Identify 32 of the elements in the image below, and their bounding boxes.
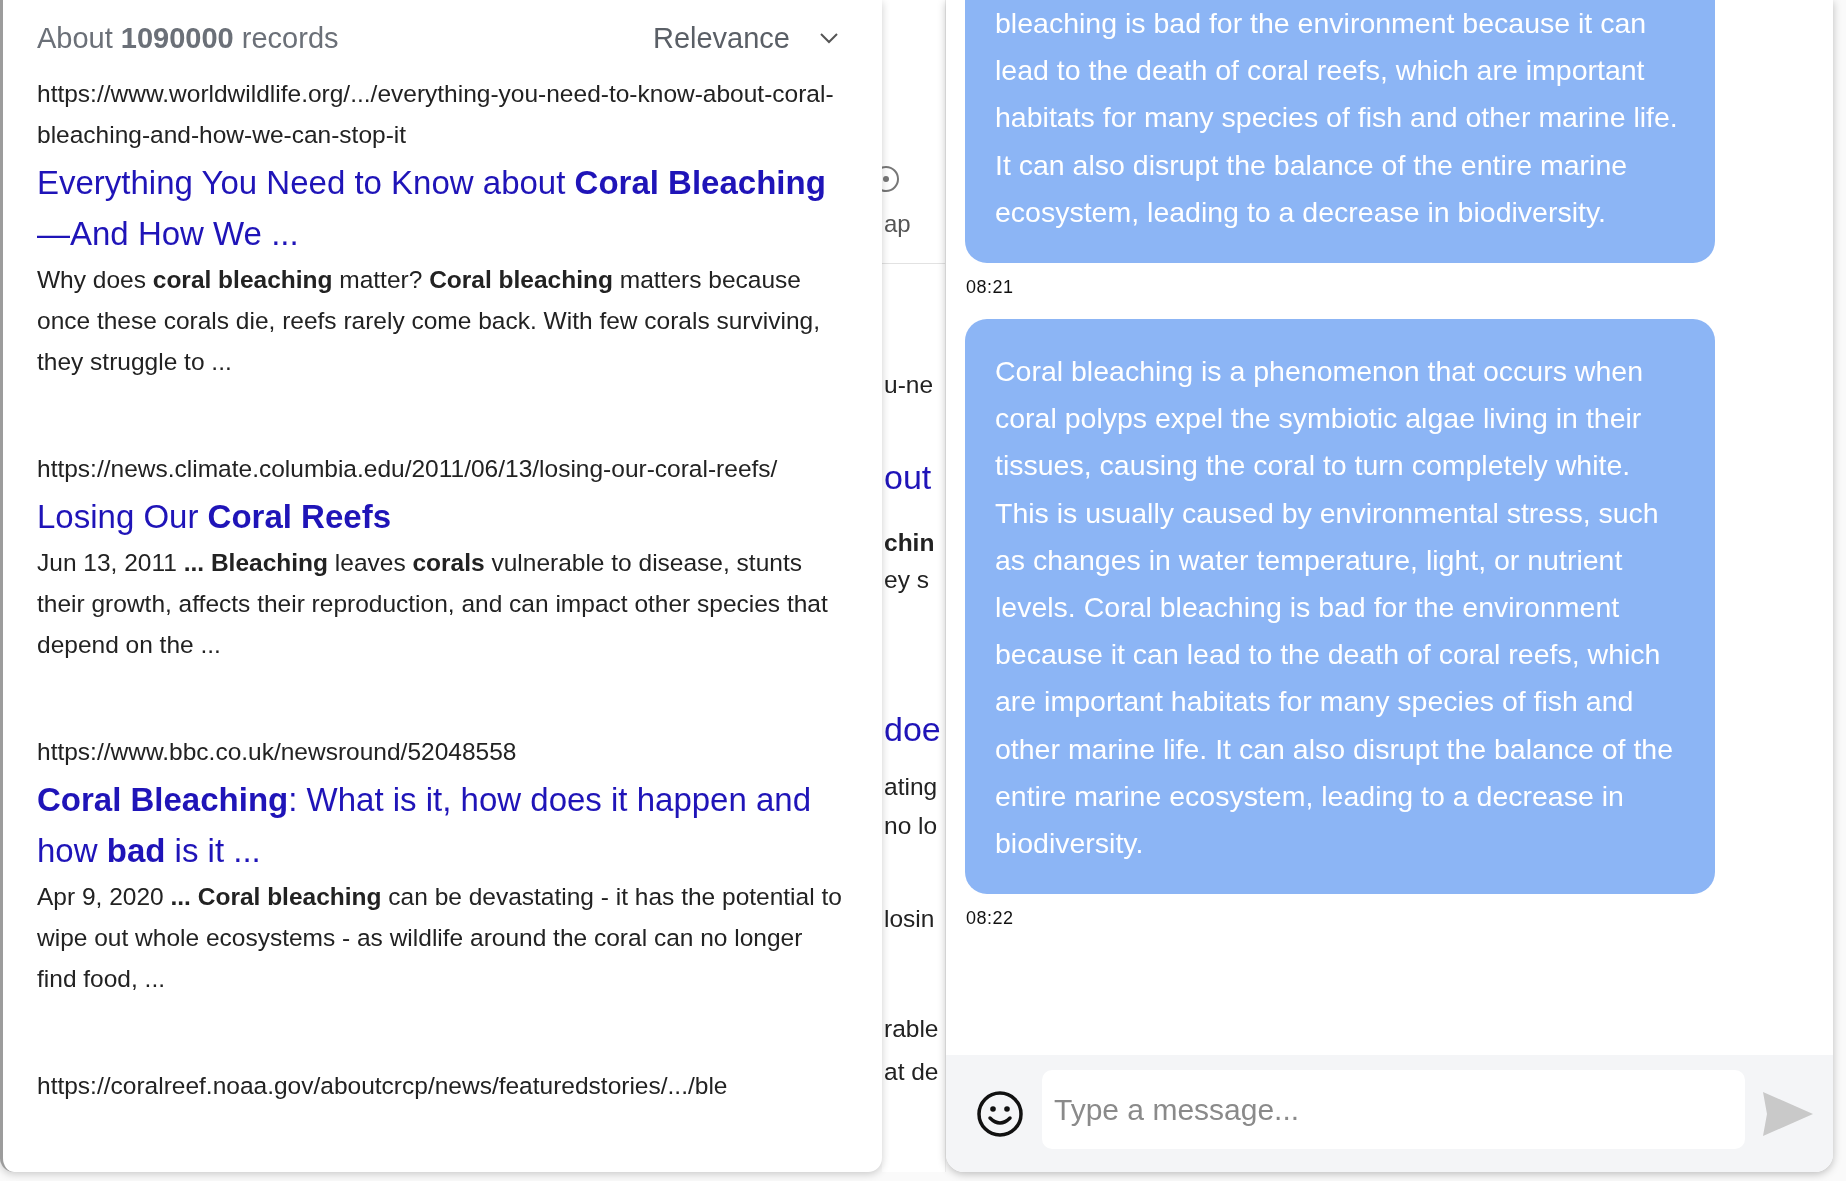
emoji-button[interactable] <box>976 1089 1024 1138</box>
partial-text: u-ne <box>883 369 935 400</box>
send-icon <box>1763 1091 1813 1136</box>
result-snippet: Apr 9, 2020 ... Coral bleaching can be devastating - it has the potential to wipe out whole ecosystems - as wildlife around the coral can no longer find food, ... <box>37 882 843 994</box>
result-url: https://www.worldwildlife.org/.../everything-you-need-to-know-about-coral- bleaching-and-how-we-can-stop-it <box>37 79 835 150</box>
partial-text: no lo <box>883 810 939 841</box>
message-bubble: Coral bleaching is a phenomenon that occurs when coral polyps expel the symbiotic algae living in their tissues, causing the coral to turn completely white. This is usually caused by environmental stress, such as changes in water temperature, light, or nutrient levels. Coral bleaching is bad for the environment because it can lead to the death of coral reefs, which are important habitats for many species of fish and other marine life. It can also disrupt the balance of the entire marine ecosystem, leading to a decrease in biodiversity. <box>965 319 1715 895</box>
result-snippet: Jun 13, 2011 ... Bleaching leaves corals vulnerable to disease, stunts their growth, affects their reproduction, and can impact other species that depend on the ... <box>37 548 829 660</box>
partial-text[interactable]: doe <box>882 708 945 750</box>
message-input[interactable]: Type a message... <box>1042 1070 1745 1149</box>
result-url: https://www.bbc.co.uk/newsround/52048558 <box>37 737 518 767</box>
partial-text: ap <box>883 210 912 239</box>
partial-text: losin <box>883 904 936 934</box>
message-bubble: bleaching is bad for the environment because it can lead to the death of coral reefs, which are important habitats for many species of fish and other marine life. It can also disrupt the balance of the entire marine ecosystem, leading to a decrease in biodiversity. <box>965 0 1715 263</box>
partial-text: at de <box>883 1057 940 1087</box>
result-title-link[interactable]: Everything You Need to Know about Coral Bleaching—And How We ... <box>37 157 848 259</box>
result-url: https://coralreef.noaa.gov/aboutcrcp/news/featuredstories/.../ble <box>37 1071 729 1101</box>
result-title-link[interactable]: Losing Our Coral Reefs <box>37 491 848 542</box>
partial-text: chin <box>883 528 936 558</box>
partial-text: ey s <box>883 565 930 595</box>
partial-text[interactable]: out <box>882 457 945 498</box>
partial-text: ating <box>883 771 939 801</box>
result-snippet: Why does coral bleaching matter? Coral bleaching matters because once these corals die, reefs rarely come back. With few corals surviving, they struggle to ... <box>37 265 821 377</box>
result-url: https://news.climate.columbia.edu/2011/06/13/losing-our-coral-reefs/ <box>37 454 779 484</box>
message-time: 08:22 <box>966 908 1015 930</box>
sort-dropdown[interactable]: Relevance <box>652 22 838 55</box>
chevron-down-icon <box>820 33 838 44</box>
smiley-icon <box>976 1089 1024 1138</box>
results-count: About 1090000 records <box>37 22 339 55</box>
message-time: 08:21 <box>966 277 1015 298</box>
result-title-link[interactable]: Coral Bleaching: What is it, how does it happen and how bad is it ... <box>37 774 848 876</box>
partial-text: rable <box>883 1013 940 1044</box>
